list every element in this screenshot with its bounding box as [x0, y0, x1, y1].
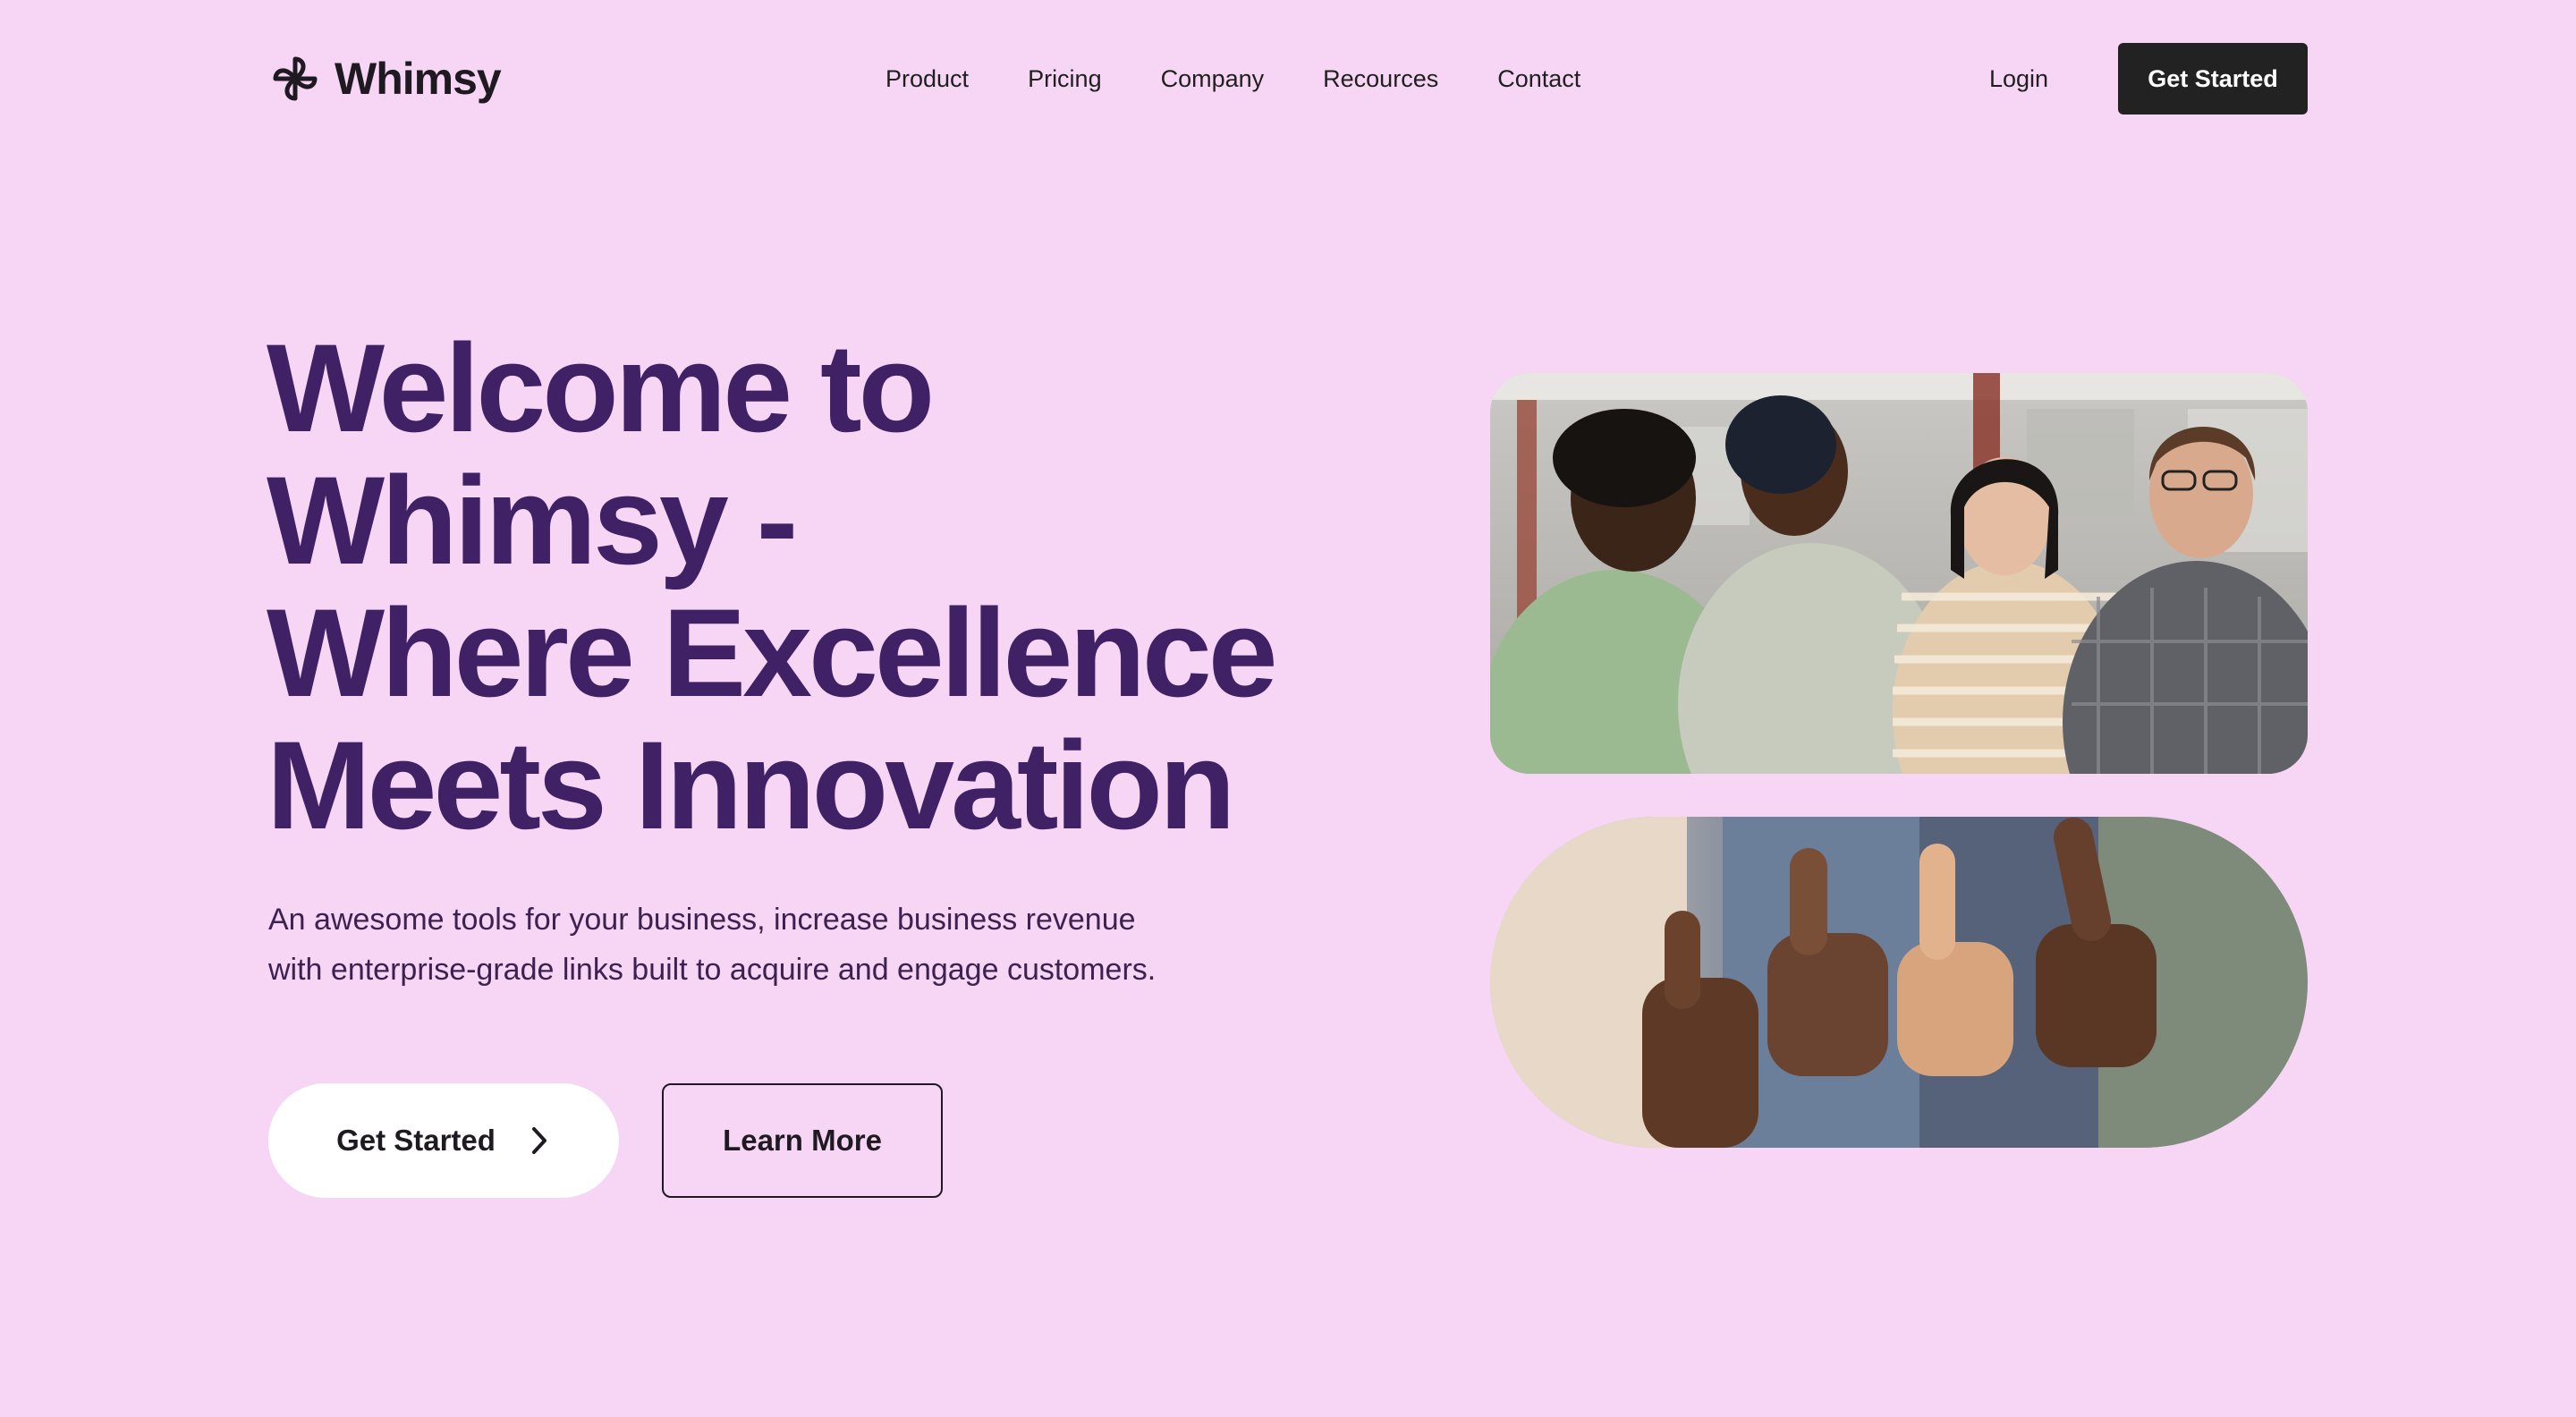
hero-title-line: Whimsy -	[267, 450, 798, 590]
nav-link-resources[interactable]: Recources	[1323, 65, 1438, 93]
brand-logo[interactable]: Whimsy	[268, 47, 502, 111]
hero-title: Welcome to Whimsy - Where Excellence Mee…	[267, 322, 1394, 852]
nav-get-started-button[interactable]: Get Started	[2118, 43, 2308, 115]
thumbs-up-photo	[1490, 817, 2308, 1148]
nav-link-contact[interactable]: Contact	[1497, 65, 1580, 93]
top-navigation: Whimsy Product Pricing Company Recources…	[0, 0, 2576, 157]
hero-subtitle-line: An awesome tools for your business, incr…	[268, 903, 1136, 937]
brand-name: Whimsy	[335, 54, 502, 104]
hero-learn-more-label: Learn More	[723, 1124, 882, 1157]
nav-link-company[interactable]: Company	[1161, 65, 1265, 93]
nav-link-pricing[interactable]: Pricing	[1028, 65, 1102, 93]
hero-subtitle: An awesome tools for your business, incr…	[268, 895, 1252, 995]
chevron-right-icon	[531, 1127, 547, 1154]
pinwheel-icon	[273, 56, 318, 101]
team-photo	[1490, 373, 2308, 774]
hero-title-line: Where Excellence	[267, 582, 1278, 723]
nav-link-product[interactable]: Product	[886, 65, 969, 93]
primary-nav: Product Pricing Company Recources Contac…	[886, 55, 1580, 102]
hero-learn-more-button[interactable]: Learn More	[662, 1083, 943, 1198]
hero-title-line: Meets Innovation	[267, 715, 1235, 855]
hero-subtitle-line: with enterprise-grade links built to acq…	[268, 953, 1157, 987]
hero-get-started-button[interactable]: Get Started	[268, 1083, 619, 1198]
hero-title-line: Welcome to	[267, 318, 935, 458]
login-link[interactable]: Login	[1989, 55, 2048, 102]
hero-get-started-label: Get Started	[336, 1124, 496, 1157]
